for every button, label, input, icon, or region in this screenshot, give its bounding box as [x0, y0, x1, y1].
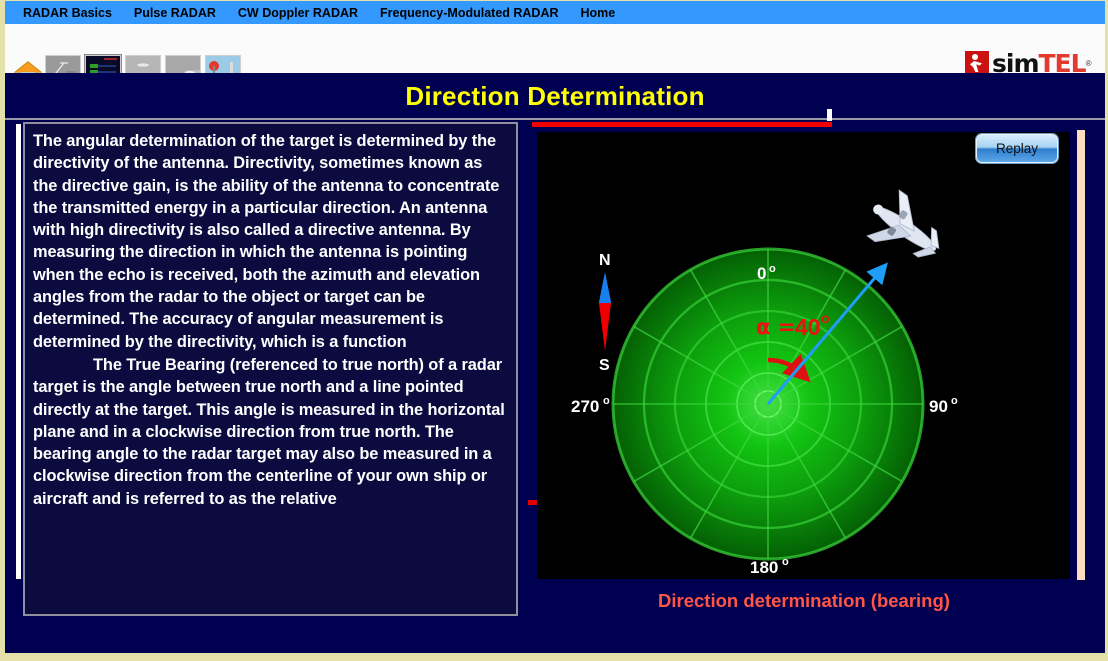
registered-trademark-icon: ® [1085, 58, 1092, 68]
paragraph-1: The angular determination of the target … [33, 132, 500, 351]
svg-text:40: 40 [795, 314, 821, 340]
svg-text:o: o [821, 310, 830, 326]
page-title: Direction Determination [405, 81, 705, 111]
animation-scrollbar-right[interactable] [1077, 130, 1085, 580]
svg-text:S: S [599, 357, 610, 374]
menu-item-cw-doppler-radar[interactable]: CW Doppler RADAR [238, 6, 358, 20]
running-man-icon [965, 51, 989, 75]
replay-button[interactable]: Replay [976, 134, 1058, 163]
svg-text:270: 270 [571, 397, 599, 416]
application-window: RADAR Basics Pulse RADAR CW Doppler RADA… [0, 0, 1108, 661]
menu-item-pulse-radar[interactable]: Pulse RADAR [134, 6, 216, 20]
svg-text:0: 0 [757, 264, 766, 283]
text-scrollbar-left[interactable] [16, 124, 21, 579]
svg-text:o: o [782, 556, 789, 568]
description-text-panel: The angular determination of the target … [23, 122, 518, 616]
svg-text:o: o [603, 395, 610, 407]
text-cursor-caret [827, 109, 832, 121]
menu-item-home[interactable]: Home [581, 6, 616, 20]
animation-progress-fill [532, 122, 832, 127]
svg-text:α =: α = [756, 315, 795, 339]
radar-scope-graphic: 0 o 90 o 180 o 270 o N S α = 40 o [571, 189, 958, 577]
menu-item-radar-basics[interactable]: RADAR Basics [23, 6, 112, 20]
figure-caption: Direction determination (bearing) [658, 590, 950, 611]
thumbnail-toolbar: sim TEL ® Technology Learning Software [5, 24, 1105, 97]
radar-animation-panel: 0 o 90 o 180 o 270 o N S α = 40 o Replay… [526, 122, 1085, 652]
svg-text:o: o [769, 263, 776, 275]
svg-text:180: 180 [750, 558, 778, 577]
radar-display: 0 o 90 o 180 o 270 o N S α = 40 o [538, 132, 1070, 579]
slide-area: Direction Determination The angular dete… [5, 73, 1105, 653]
title-divider [5, 118, 1105, 120]
menu-item-frequency-modulated-radar[interactable]: Frequency-Modulated RADAR [380, 6, 558, 20]
timeline-tick-marker [528, 500, 537, 505]
main-menu-bar: RADAR Basics Pulse RADAR CW Doppler RADA… [5, 1, 1105, 24]
airplane-icon [866, 189, 940, 258]
svg-text:o: o [951, 395, 958, 407]
paragraph-2: The True Bearing (referenced to true nor… [33, 355, 505, 508]
svg-text:N: N [599, 252, 611, 269]
svg-text:90: 90 [929, 397, 948, 416]
